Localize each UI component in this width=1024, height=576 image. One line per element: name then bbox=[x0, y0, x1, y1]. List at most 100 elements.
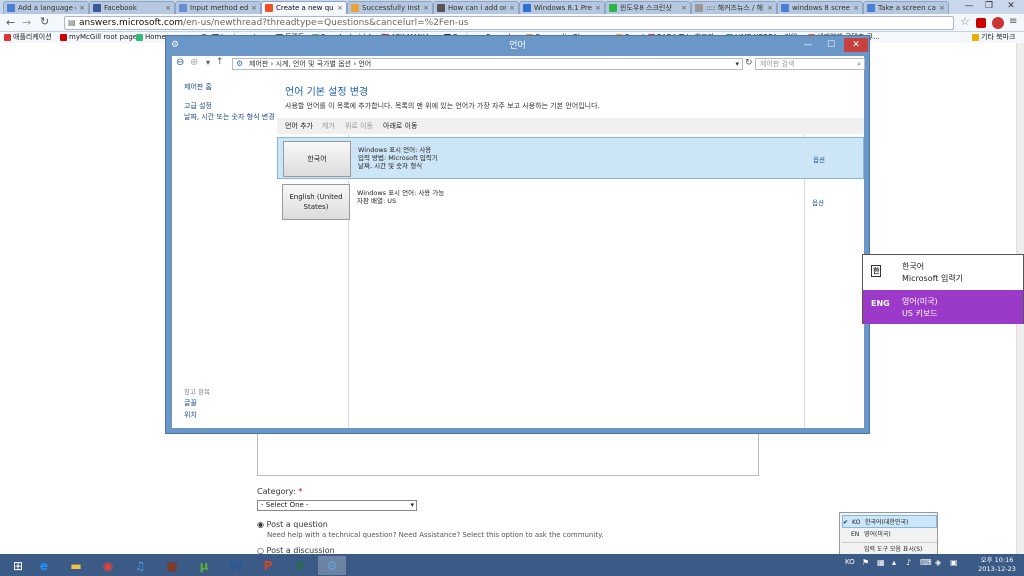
tab-close-icon[interactable]: × bbox=[79, 4, 85, 12]
tray-keyboard-icon[interactable]: ⌨ bbox=[920, 558, 932, 567]
tray-volume-icon[interactable]: ♪ bbox=[906, 558, 911, 567]
url-bar[interactable]: answers.microsoft.com/en-us/newthread?th… bbox=[64, 16, 954, 30]
tab-close-icon[interactable]: × bbox=[423, 4, 429, 12]
browser-tab[interactable]: Windows 8.1 Previ × bbox=[519, 1, 605, 14]
tray-security-icon[interactable]: ◈ bbox=[935, 558, 941, 567]
reload-icon[interactable]: ↻ bbox=[40, 15, 49, 28]
tray-flag-icon[interactable]: ⚑ bbox=[862, 558, 869, 567]
tray-arrow-icon[interactable]: ▴ bbox=[892, 558, 896, 567]
ime-option-korean[interactable]: 한 한국어 Microsoft 입력기 bbox=[863, 255, 1023, 289]
taskbar-glyph: ◉ bbox=[102, 558, 114, 573]
language-row-korean[interactable]: 한국어 Windows 표시 언어: 사용 입력 방법: Microsoft 입… bbox=[277, 137, 864, 179]
minimize-button[interactable]: — bbox=[960, 1, 978, 12]
tab-close-icon[interactable]: × bbox=[767, 4, 773, 12]
bookmark-item[interactable]: 애플리케이션 bbox=[4, 32, 52, 43]
excel-icon[interactable]: X bbox=[286, 556, 314, 575]
utorrent-icon[interactable]: µ bbox=[190, 556, 218, 575]
tray-network-icon[interactable]: ▦ bbox=[877, 558, 885, 567]
breadcrumb-language[interactable]: 언어 bbox=[358, 60, 371, 68]
ime-menu-korean[interactable]: ✔ KO 한국어(대한민국) bbox=[842, 515, 937, 528]
browser-tab[interactable]: Create a new quest× bbox=[261, 1, 347, 14]
remove-button[interactable]: 제거 bbox=[322, 118, 335, 134]
tab-favicon-icon bbox=[695, 4, 703, 12]
close-button[interactable]: ✕ bbox=[1000, 1, 1022, 12]
tab-close-icon[interactable]: × bbox=[595, 4, 601, 12]
browser-tab[interactable]: 윈도우8 스크린샷 × bbox=[605, 1, 691, 14]
tab-close-icon[interactable]: × bbox=[509, 4, 515, 12]
category-select[interactable]: - Select One - ▾ bbox=[257, 500, 417, 511]
tray-display-icon[interactable]: ▣ bbox=[950, 558, 958, 567]
sidebar-date-time-format[interactable]: 날짜, 시간 또는 숫자 형식 변경 bbox=[184, 112, 274, 122]
word-icon[interactable]: W bbox=[222, 556, 250, 575]
cp-maximize-button[interactable]: ☐ bbox=[820, 38, 842, 52]
powerpoint-icon[interactable]: P bbox=[254, 556, 282, 575]
browser-tab[interactable]: Successfully Installe× bbox=[347, 1, 433, 14]
tab-title: Create a new quest bbox=[276, 4, 334, 12]
app-icon[interactable]: ■ bbox=[158, 556, 186, 575]
media-icon[interactable]: ♫ bbox=[126, 556, 154, 575]
menu-icon[interactable]: ≡ bbox=[1009, 16, 1017, 27]
browser-tab[interactable]: windows 8 screenl × bbox=[777, 1, 863, 14]
language-tile-korean[interactable]: 한국어 bbox=[283, 141, 351, 177]
cp-address-bar[interactable]: ⚙ 제어판 › 시계, 언어 및 국가별 옵션 › 언어 ▾ bbox=[232, 58, 743, 70]
breadcrumb-clock-language[interactable]: 시계, 언어 및 국가별 옵션 bbox=[276, 60, 352, 68]
see-also-location[interactable]: 위치 bbox=[184, 410, 197, 420]
extension-badge-icon[interactable] bbox=[992, 17, 1004, 29]
options-link-english[interactable]: 옵션 bbox=[812, 197, 824, 207]
sidebar-control-panel-home[interactable]: 제어판 홈 bbox=[184, 82, 212, 92]
language-tile-english[interactable]: English (United States) bbox=[282, 184, 350, 220]
radio-post-question[interactable]: ◉ Post a question bbox=[257, 520, 328, 529]
sidebar-advanced-settings[interactable]: 고급 설정 bbox=[184, 101, 212, 111]
move-up-button[interactable]: 위로 이동 bbox=[345, 118, 373, 134]
up-arrow-icon[interactable]: ↑ bbox=[216, 57, 224, 67]
ime-option-english[interactable]: ENG 영어(미국) US 키보드 bbox=[863, 290, 1023, 324]
tab-close-icon[interactable]: × bbox=[853, 4, 859, 12]
taskbar-glyph: ♫ bbox=[134, 558, 146, 573]
language-row-english[interactable]: English (United States) Windows 표시 언어: 사… bbox=[277, 181, 864, 223]
move-down-button[interactable]: 아래로 이동 bbox=[383, 118, 417, 134]
tab-close-icon[interactable]: × bbox=[939, 4, 945, 12]
tab-close-icon[interactable]: × bbox=[251, 4, 257, 12]
browser-tab[interactable]: Input method editi× bbox=[175, 1, 261, 14]
browser-tab[interactable]: :::: 해커즈뉴스 / 해 × bbox=[691, 1, 777, 14]
bookmark-item[interactable]: myMcGill root page bbox=[60, 32, 137, 43]
add-language-button[interactable]: 언어 추가 bbox=[285, 118, 313, 134]
bookmark-icon bbox=[136, 34, 143, 41]
clock[interactable]: 오후 10:16 2013-12-23 bbox=[975, 556, 1019, 574]
browser-tab[interactable]: Take a screen capt× bbox=[863, 1, 949, 14]
breadcrumb-control-panel[interactable]: 제어판 bbox=[249, 60, 268, 68]
ime-indicator[interactable]: KO bbox=[845, 558, 855, 566]
chrome-icon[interactable]: ◉ bbox=[94, 556, 122, 575]
explorer-icon[interactable]: ▬ bbox=[62, 556, 90, 575]
bookmark-star-icon[interactable]: ☆ bbox=[960, 15, 970, 28]
back-icon[interactable]: ⊖ bbox=[176, 57, 184, 68]
options-link-korean[interactable]: 옵션 bbox=[813, 154, 825, 164]
ime-menu-english[interactable]: EN 영어(미국) bbox=[842, 528, 937, 541]
ie-icon[interactable]: e bbox=[30, 556, 58, 575]
tab-close-icon[interactable]: × bbox=[337, 4, 343, 12]
start-button[interactable]: ⊞ bbox=[4, 556, 32, 575]
address-dropdown-icon[interactable]: ▾ bbox=[735, 59, 739, 69]
restore-button[interactable]: ❐ bbox=[980, 1, 998, 12]
back-arrow-icon[interactable]: ← bbox=[6, 16, 15, 29]
browser-tab[interactable]: How can i add or c× bbox=[433, 1, 519, 14]
control-panel-icon[interactable]: ⚙ bbox=[318, 556, 346, 575]
tab-close-icon[interactable]: × bbox=[681, 4, 687, 12]
bookmark-label: 기타 북마크 bbox=[981, 33, 1016, 41]
taskbar-glyph: ⚙ bbox=[326, 558, 338, 573]
browser-tab[interactable]: Add a language or × bbox=[3, 1, 89, 14]
refresh-icon[interactable]: ↻ bbox=[745, 58, 753, 68]
bookmark-item[interactable]: 기타 북마크 bbox=[972, 32, 1015, 43]
cp-close-button[interactable]: ✕ bbox=[844, 38, 868, 52]
cp-search-input[interactable]: 제어판 검색 ⌕ bbox=[755, 58, 865, 70]
tab-close-icon[interactable]: × bbox=[165, 4, 171, 12]
ime-method-label: US 키보드 bbox=[902, 309, 938, 318]
see-also-fonts[interactable]: 글꼴 bbox=[184, 398, 197, 408]
extension-icon[interactable] bbox=[976, 18, 986, 28]
recent-dropdown-icon[interactable]: ▾ bbox=[206, 58, 210, 67]
cp-minimize-button[interactable]: — bbox=[797, 38, 819, 52]
question-textarea[interactable] bbox=[257, 432, 759, 476]
browser-tab[interactable]: Facebook × bbox=[89, 1, 175, 14]
forward-arrow-icon[interactable]: → bbox=[22, 16, 31, 29]
forward-icon[interactable]: ⊕ bbox=[190, 57, 198, 68]
